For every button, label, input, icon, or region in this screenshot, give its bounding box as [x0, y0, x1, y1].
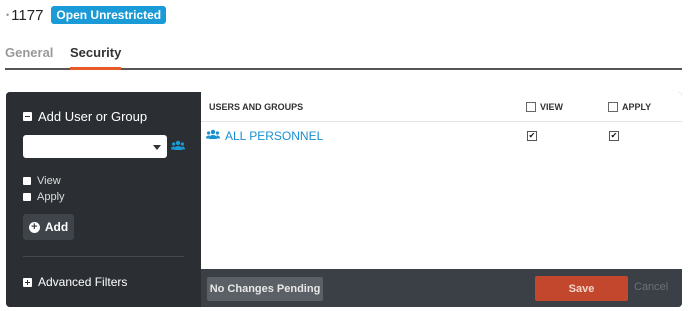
save-button[interactable]: Save: [535, 276, 628, 301]
action-footer: No Changes Pending Save Cancel: [201, 269, 682, 307]
group-link[interactable]: ALL PERSONNEL: [206, 129, 323, 143]
plus-square-icon: [23, 277, 32, 287]
advanced-filters-label: Advanced Filters: [38, 275, 128, 289]
users-icon: [206, 129, 220, 143]
cancel-button[interactable]: Cancel: [634, 281, 668, 293]
view-option[interactable]: View: [23, 175, 61, 187]
add-user-group-toggle[interactable]: Add User or Group: [23, 109, 147, 124]
add-user-group-title: Add User or Group: [38, 109, 148, 124]
user-group-select[interactable]: [23, 135, 167, 158]
view-option-label: View: [37, 175, 61, 187]
view-all-checkbox[interactable]: [526, 102, 536, 112]
users-icon[interactable]: [171, 140, 185, 154]
apply-all-checkbox[interactable]: [608, 102, 618, 112]
record-id: 1177: [11, 6, 44, 24]
add-user-sidebar: Add User or Group View Apply + Add Advan…: [6, 92, 201, 307]
add-button[interactable]: + Add: [23, 214, 74, 240]
status-badge: Open Unrestricted: [51, 6, 167, 24]
tab-bar: General Security: [5, 40, 682, 70]
caret-down-icon: [153, 145, 161, 150]
table-header: USERS AND GROUPS VIEW APPLY: [201, 92, 682, 122]
security-panel: Add User or Group View Apply + Add Advan…: [6, 92, 682, 307]
view-checkbox[interactable]: [23, 177, 31, 185]
permissions-table: USERS AND GROUPS VIEW APPLY ALL PERSONNE…: [201, 92, 682, 269]
apply-option-label: Apply: [37, 191, 65, 203]
tab-general[interactable]: General: [5, 45, 53, 60]
advanced-filters-toggle[interactable]: Advanced Filters: [23, 275, 127, 289]
apply-checkbox[interactable]: [23, 193, 31, 201]
row-apply-checkbox[interactable]: ✔: [609, 131, 619, 141]
users-groups-header: USERS AND GROUPS: [209, 102, 304, 112]
record-header: • 1177 Open Unrestricted: [6, 5, 167, 25]
plus-circle-icon: +: [28, 221, 40, 233]
table-row: ALL PERSONNEL ✔ ✔: [201, 122, 682, 148]
apply-header-label: APPLY: [622, 102, 652, 112]
sidebar-divider: [23, 256, 184, 257]
tab-security[interactable]: Security: [70, 45, 122, 70]
view-header-label: VIEW: [540, 102, 564, 112]
pending-status: No Changes Pending: [207, 277, 323, 301]
apply-option[interactable]: Apply: [23, 191, 65, 203]
group-name: ALL PERSONNEL: [225, 129, 324, 143]
apply-column-header: APPLY: [608, 102, 651, 112]
minus-square-icon: [23, 112, 32, 121]
status-dot-icon: •: [6, 10, 10, 20]
view-column-header: VIEW: [526, 102, 563, 112]
row-view-checkbox[interactable]: ✔: [527, 131, 537, 141]
add-button-label: Add: [44, 220, 69, 234]
